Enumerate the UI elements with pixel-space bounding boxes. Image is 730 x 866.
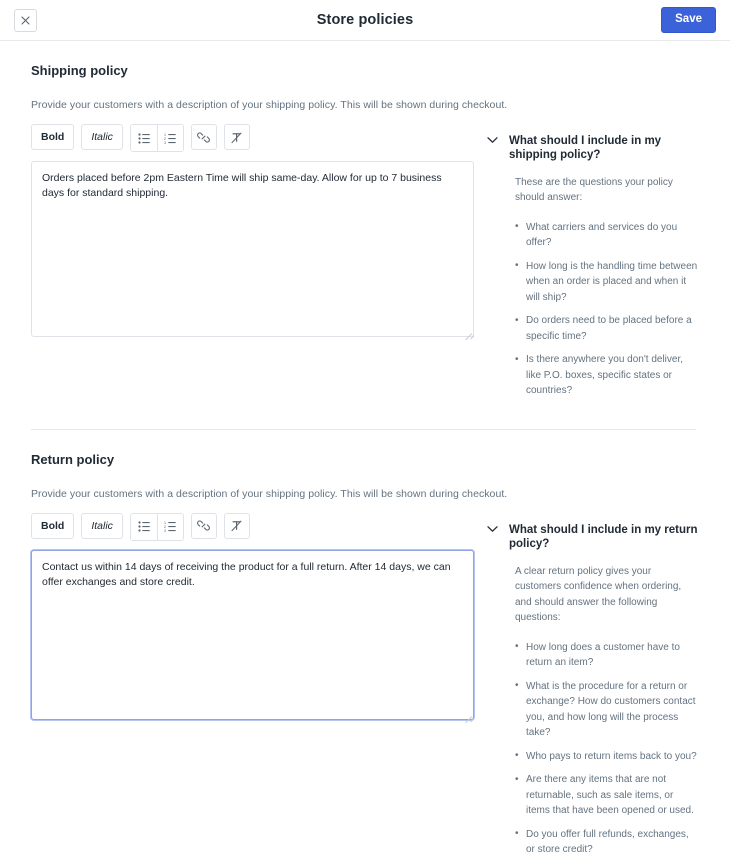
shipping-help-intro: These are the questions your policy shou…: [515, 176, 673, 204]
shipping-help-list: What carriers and services do you offer?…: [515, 219, 699, 399]
svg-text:3: 3: [164, 141, 166, 144]
italic-button[interactable]: Italic: [81, 512, 123, 539]
bold-button[interactable]: Bold: [31, 512, 75, 539]
clear-formatting-button[interactable]: [223, 124, 250, 150]
return-policy-section: Return policy Provide your customers wit…: [31, 430, 699, 866]
modal-header: Store policies Save: [0, 0, 730, 41]
close-icon: [21, 15, 30, 25]
return-help-list: How long does a customer have to return …: [515, 639, 699, 858]
bold-button[interactable]: Bold: [31, 124, 75, 150]
return-help-body: A clear return policy gives your custome…: [487, 552, 699, 858]
bulleted-list-button[interactable]: [130, 125, 157, 151]
bulleted-list-icon: [138, 521, 150, 532]
list-item: Are there any items that are not returna…: [515, 772, 699, 819]
shipping-policy-columns: Bold Italic 1 2 3 Orders placed before 2…: [31, 111, 699, 407]
return-policy-textarea[interactable]: [31, 549, 474, 720]
return-help-toggle[interactable]: What should I include in my return polic…: [487, 523, 699, 552]
return-textarea-resize-handle[interactable]: [461, 707, 475, 723]
page-body: Shipping policy Provide your customers w…: [0, 41, 730, 866]
save-button[interactable]: Save: [661, 7, 716, 33]
list-button-group: 1 2 3: [129, 512, 184, 541]
shipping-formatting-toolbar: Bold Italic 1 2 3: [31, 124, 474, 152]
list-item: How long is the handling time between wh…: [515, 258, 699, 306]
shipping-policy-description: Provide your customers with a descriptio…: [31, 99, 508, 111]
link-icon: [197, 519, 211, 532]
close-button[interactable]: [14, 8, 37, 32]
numbered-list-icon: 1 2 3: [164, 133, 177, 144]
chevron-down-icon: [487, 525, 498, 533]
shipping-help-toggle[interactable]: What should I include in my shipping pol…: [487, 134, 699, 163]
shipping-editor-column: Bold Italic 1 2 3 Orders placed before 2…: [31, 124, 475, 407]
link-icon: [197, 131, 211, 144]
list-item: How long does a customer have to return …: [515, 639, 699, 671]
return-policy-description: Provide your customers with a descriptio…: [31, 487, 508, 500]
return-help-title: What should I include in my return polic…: [509, 523, 698, 551]
return-editor-column: Bold Italic 1 2 3 Contact us within 14 d…: [31, 512, 475, 866]
clear-formatting-button[interactable]: [223, 512, 250, 539]
page-title: Store policies: [316, 12, 414, 28]
shipping-help-title: What should I include in my shipping pol…: [509, 135, 662, 162]
return-editor-wrap: [31, 549, 475, 723]
return-policy-columns: Bold Italic 1 2 3 Contact us within 14 d…: [31, 500, 699, 866]
list-item: Is there anywhere you don't deliver, lik…: [515, 352, 699, 399]
shipping-policy-section: Shipping policy Provide your customers w…: [31, 41, 699, 430]
list-item: Who pays to return items back to you?: [515, 748, 699, 765]
svg-text:3: 3: [164, 529, 166, 532]
shipping-help-body: These are the questions your policy shou…: [487, 163, 699, 399]
numbered-list-button[interactable]: 1 2 3: [156, 513, 183, 540]
shipping-policy-textarea[interactable]: [31, 161, 474, 337]
numbered-list-button[interactable]: 1 2 3: [156, 125, 183, 151]
link-button[interactable]: [190, 512, 217, 539]
bulleted-list-icon: [138, 132, 150, 144]
return-policy-title: Return policy: [31, 451, 115, 467]
bulleted-list-button[interactable]: [130, 513, 157, 540]
list-item: Do orders need to be placed before a spe…: [515, 313, 699, 344]
shipping-editor-wrap: [31, 161, 475, 341]
list-item: Do you offer full refunds, exchanges, or…: [515, 826, 699, 858]
link-button[interactable]: [190, 124, 217, 150]
chevron-down-icon: [487, 136, 498, 144]
shipping-help-panel: What should I include in my shipping pol…: [474, 124, 699, 407]
clear-formatting-icon: [230, 131, 243, 144]
list-item: What carriers and services do you offer?: [515, 219, 699, 251]
shipping-textarea-resize-handle[interactable]: [461, 324, 475, 341]
clear-formatting-icon: [230, 519, 243, 532]
list-item: What is the procedure for a return or ex…: [515, 678, 699, 741]
return-formatting-toolbar: Bold Italic 1 2 3: [31, 512, 474, 541]
list-button-group: 1 2 3: [129, 124, 184, 152]
numbered-list-icon: 1 2 3: [164, 521, 177, 532]
italic-button[interactable]: Italic: [81, 124, 123, 150]
return-help-intro: A clear return policy gives your custome…: [515, 565, 682, 624]
return-help-panel: What should I include in my return polic…: [474, 513, 699, 866]
shipping-policy-title: Shipping policy: [31, 63, 128, 78]
